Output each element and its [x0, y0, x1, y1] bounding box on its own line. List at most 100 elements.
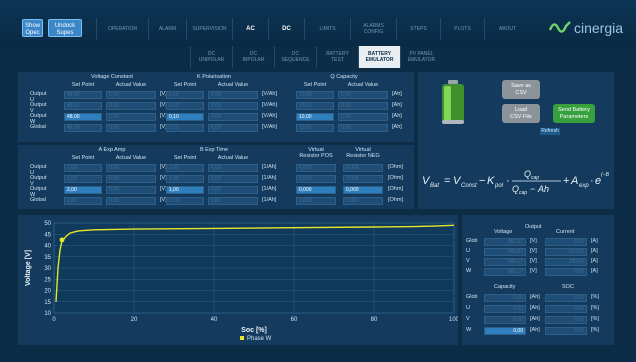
soc-header: SOC [562, 284, 574, 290]
y-tick-label: 20 [44, 289, 51, 295]
subtab-battery-emulator[interactable]: BATTERY EMULATOR [358, 46, 400, 68]
b_exp_time-setpoint-input[interactable]: 1,00 [166, 175, 204, 183]
q_capacity-actual-value: 0,00 [338, 91, 388, 99]
subtab-battery-test[interactable]: BATTERY TEST [316, 46, 358, 68]
resistor-pos-input[interactable]: 0,000 [296, 164, 336, 172]
show-open-button[interactable]: Show Opec [22, 19, 43, 37]
voltage_constant-setpoint-input[interactable]: 48,00 [64, 124, 102, 132]
svg-text:cap: cap [519, 190, 527, 196]
current-unit: [A] [591, 238, 598, 244]
resistor-pos-input[interactable]: 0,000 [296, 197, 336, 205]
subtab-pv-panel-emulator[interactable]: PV PANEL EMULATOR [400, 46, 442, 68]
k_polarisation-actual-header: Actual Value [217, 82, 249, 88]
tab-operation[interactable]: OPERATION [96, 18, 148, 40]
resistor-neg-input[interactable]: 0,000 [343, 186, 383, 194]
capacity-value: 0,00 [484, 327, 526, 335]
k_polarisation-setpoint-input[interactable]: 0,10 [166, 113, 204, 121]
tab-about[interactable]: ABOUT [484, 18, 530, 40]
undock-button[interactable]: Undock Supes [48, 19, 82, 37]
capacity-row-label: Glob [466, 294, 478, 300]
resistor-neg-input[interactable]: 0,000 [343, 197, 383, 205]
voltage-value: 360,87 [484, 248, 526, 256]
soc-unit: [%] [591, 316, 599, 322]
voltage_constant-setpoint-input[interactable]: 48,00 [64, 91, 102, 99]
a_exp_amp-setpoint-input[interactable]: 2,00 [64, 164, 102, 172]
soc-value: 0,00 [545, 305, 587, 313]
resistor-neg-input[interactable]: 0,000 [343, 164, 383, 172]
tab-limits[interactable]: LIMITS [304, 18, 350, 40]
resistor-pos-input[interactable]: 0,000 [296, 175, 336, 183]
tab-alarms-config[interactable]: ALARMS CONFIG [350, 18, 396, 40]
capacity-value: 0,00 [484, 294, 526, 302]
tab-ac[interactable]: AC [232, 18, 268, 40]
svg-text:cap: cap [531, 175, 539, 181]
svg-text:Q: Q [512, 184, 519, 194]
cursor-marker [59, 237, 65, 243]
save-csv-button[interactable]: Save as CSV [502, 80, 540, 99]
resistor-neg-input[interactable]: 0,000 [343, 175, 383, 183]
k_polarisation-actual-value: 0,00 [208, 113, 258, 121]
soc-value: 0,00 [545, 327, 587, 335]
tab-supervision[interactable]: SUPERVISION [186, 18, 232, 40]
output-row-label: Glob [466, 238, 478, 244]
a_exp_amp-setpoint-input[interactable]: 2,00 [64, 175, 102, 183]
tab-steps[interactable]: STEPS [396, 18, 440, 40]
b_exp_time-setpoint-header: Set Point [173, 155, 197, 161]
q_capacity-actual-value: 0,00 [338, 113, 388, 121]
q_capacity-setpoint-input[interactable]: 10,00 [296, 113, 334, 121]
b_exp_time-setpoint-input[interactable]: 1,00 [166, 164, 204, 172]
b_exp_time-unit: [1/Ah] [262, 197, 277, 203]
capacity-row-label: W [466, 327, 472, 333]
tab-plots[interactable]: PLOTS [440, 18, 484, 40]
resistor-unit: [Ohm] [388, 175, 403, 181]
svg-text:+: + [563, 175, 569, 187]
voltage_constant-setpoint-input[interactable]: 48,00 [64, 102, 102, 110]
soc-value: 0,00 [545, 316, 587, 324]
refresh-button[interactable]: Refresh [540, 128, 560, 135]
k_polarisation-unit: [V/Ah] [262, 124, 277, 130]
q_capacity-title: Q Capacity [330, 74, 358, 80]
tab-alarm[interactable]: ALARM [148, 18, 186, 40]
svg-text:A: A [570, 175, 578, 187]
k_polarisation-unit: [V/Ah] [262, 113, 277, 119]
soc-voltage-chart: 10 15 20 25 30 35 40 45 50 0 20 40 60 80 100 Soc [%] Vol… [25, 221, 458, 342]
a_exp_amp-actual-value: 0,00 [106, 175, 156, 183]
tab-dc[interactable]: DC [268, 18, 304, 40]
resistor-unit: [Ohm] [388, 186, 403, 192]
x-tick-label: 100 [449, 317, 458, 323]
y-tick-label: 15 [44, 300, 51, 306]
voltage_constant-setpoint-input[interactable]: 48,00 [64, 113, 102, 121]
current-header: Current [556, 229, 575, 235]
y-tick-label: 35 [44, 255, 51, 261]
b_exp_time-setpoint-input[interactable]: 1,00 [166, 186, 204, 194]
subtab-dc-unipolar[interactable]: DC UNIPOLAR [190, 46, 232, 68]
voltage_constant-actual-value: 0,00 [106, 102, 156, 110]
q_capacity-setpoint-input[interactable]: 10,00 [296, 91, 334, 99]
voltage_constant-actual-header: Actual Value [115, 82, 147, 88]
send-parameters-button[interactable]: Send Battery Parameters [553, 104, 595, 123]
svg-text:·: · [590, 175, 594, 187]
load-csv-button[interactable]: Load CSV File [502, 104, 540, 123]
b_exp_time-setpoint-input[interactable]: 1,00 [166, 197, 204, 205]
subtab-dc-bipolar[interactable]: DC BIPOLAR [232, 46, 274, 68]
output-title: Output [525, 224, 542, 230]
resistor-pos-input[interactable]: 0,000 [296, 186, 336, 194]
a_exp_amp-setpoint-input[interactable]: 2,00 [64, 186, 102, 194]
y-tick-label: 50 [44, 221, 51, 227]
a_exp_amp-actual-value: 0,00 [106, 197, 156, 205]
q_capacity-setpoint-input[interactable]: 10,00 [296, 124, 334, 132]
main-tabs: OPERATION ALARM SUPERVISION AC DC LIMITS ALARM… [96, 18, 530, 40]
k_polarisation-setpoint-input[interactable]: 0,10 [166, 91, 204, 99]
a_exp_amp-setpoint-input[interactable]: 2,00 [64, 197, 102, 205]
q_capacity-setpoint-input[interactable]: 10,00 [296, 102, 334, 110]
y-tick-label: 40 [44, 244, 51, 250]
svg-text:(−B: (−B [601, 172, 610, 178]
current-value: 210,00 [545, 248, 587, 256]
b_exp_time-actual-value: 0,00 [208, 197, 258, 205]
cinergia-logo-icon [548, 21, 571, 33]
k_polarisation-setpoint-input[interactable]: 0,10 [166, 124, 204, 132]
k_polarisation-actual-value: 0,00 [208, 91, 258, 99]
k_polarisation-setpoint-input[interactable]: 0,10 [166, 102, 204, 110]
current-unit: [A] [591, 248, 598, 254]
subtab-dc-sequence[interactable]: DC SEQUENCE [274, 46, 316, 68]
